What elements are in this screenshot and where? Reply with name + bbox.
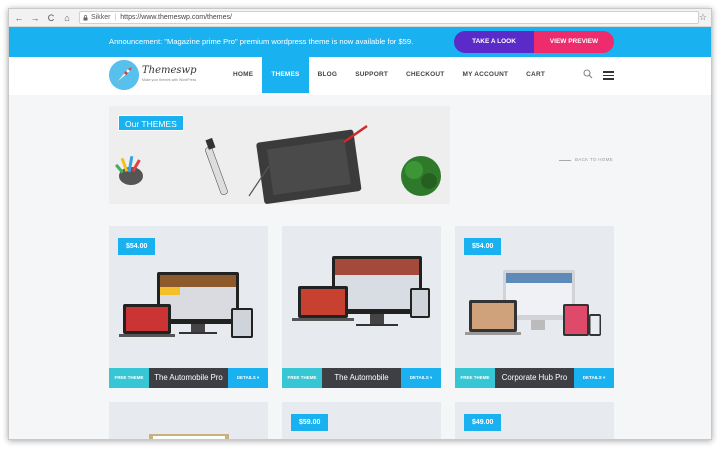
price-badge: $54.00 xyxy=(118,238,156,255)
brand-name[interactable]: Themeswp xyxy=(142,65,197,76)
device-mockup-image xyxy=(292,256,430,326)
details-button[interactable]: DETAILS ▾ xyxy=(574,368,614,388)
menu-item-home[interactable]: HOME xyxy=(224,57,262,93)
details-button[interactable]: DETAILS ▾ xyxy=(401,368,441,388)
brand-tagline: Make your themes with WordPress xyxy=(142,78,197,82)
address-bar[interactable]: Sikker | https://www.themeswp.com/themes… xyxy=(79,11,699,24)
price-badge: $59.00 xyxy=(291,414,329,431)
theme-card[interactable]: $59.00 xyxy=(282,402,441,439)
hero-banner: Our THEMES xyxy=(109,106,450,204)
secure-label: Sikker xyxy=(91,14,111,21)
device-mockup-image xyxy=(465,270,601,336)
price-badge: $54.00 xyxy=(464,238,502,255)
menu-item-support[interactable]: SUPPORT xyxy=(346,57,397,93)
site-header: Themeswp Make your themes with WordPress… xyxy=(9,57,711,95)
theme-name: The Automobile Pro xyxy=(149,368,228,388)
hero-tag: Our THEMES xyxy=(118,115,184,131)
forward-icon[interactable]: → xyxy=(29,12,41,24)
card-footer: FREE THEME Corporate Hub Pro DETAILS ▾ xyxy=(455,368,614,388)
search-icon[interactable] xyxy=(583,69,593,79)
price-badge: $49.00 xyxy=(464,414,502,431)
browser-window: ← → C ⌂ Sikker | https://www.themeswp.co… xyxy=(8,8,712,440)
theme-card[interactable]: $54.00 FREE THEME The Automobile Pro DET… xyxy=(109,226,268,388)
theme-name: The Automobile xyxy=(322,368,401,388)
reload-icon[interactable]: C xyxy=(45,12,57,24)
url-text: https://www.themeswp.com/themes/ xyxy=(120,14,232,21)
menu-item-blog[interactable]: BLOG xyxy=(309,57,347,93)
home-icon[interactable]: ⌂ xyxy=(61,12,73,24)
card-footer: FREE THEME The Automobile DETAILS ▾ xyxy=(282,368,441,388)
theme-card[interactable]: $49.00 xyxy=(455,402,614,439)
main-menu: HOME THEMES BLOG SUPPORT CHECKOUT MY ACC… xyxy=(224,57,554,93)
take-a-look-button[interactable]: TAKE A LOOK xyxy=(454,31,534,53)
announcement-text: Announcement: "Magazine prime Pro" premi… xyxy=(109,37,414,46)
menu-item-cart[interactable]: CART xyxy=(517,57,554,93)
free-theme-button[interactable]: FREE THEME xyxy=(455,368,495,388)
details-button[interactable]: DETAILS ▾ xyxy=(228,368,268,388)
hamburger-menu-icon[interactable] xyxy=(603,71,614,80)
device-mockup-image xyxy=(149,434,229,439)
logo-icon[interactable] xyxy=(109,60,139,90)
back-icon[interactable]: ← xyxy=(13,12,25,24)
address-separator: | xyxy=(114,14,117,21)
main-content: Our THEMES BACK TO HOME $54.00 FREE THEM… xyxy=(9,95,711,439)
menu-item-my-account[interactable]: MY ACCOUNT xyxy=(453,57,517,93)
theme-card[interactable]: FREE THEME The Automobile DETAILS ▾ xyxy=(282,226,441,388)
card-footer: FREE THEME The Automobile Pro DETAILS ▾ xyxy=(109,368,268,388)
browser-toolbar: ← → C ⌂ Sikker | https://www.themeswp.co… xyxy=(9,9,711,27)
theme-card[interactable] xyxy=(109,402,268,439)
theme-card[interactable]: $54.00 FREE THEME Corporate Hub Pro DETA… xyxy=(455,226,614,388)
back-to-home-link[interactable]: BACK TO HOME xyxy=(559,157,613,162)
announcement-bar: Announcement: "Magazine prime Pro" premi… xyxy=(9,27,711,57)
bookmark-star-icon[interactable]: ☆ xyxy=(699,12,707,23)
device-mockup-image xyxy=(119,272,253,338)
view-preview-button[interactable]: VIEW PREVIEW xyxy=(534,31,614,53)
menu-item-themes[interactable]: THEMES xyxy=(262,57,309,93)
free-theme-button[interactable]: FREE THEME xyxy=(109,368,149,388)
theme-name: Corporate Hub Pro xyxy=(495,368,574,388)
lock-icon xyxy=(83,14,88,21)
free-theme-button[interactable]: FREE THEME xyxy=(282,368,322,388)
menu-item-checkout[interactable]: CHECKOUT xyxy=(397,57,453,93)
